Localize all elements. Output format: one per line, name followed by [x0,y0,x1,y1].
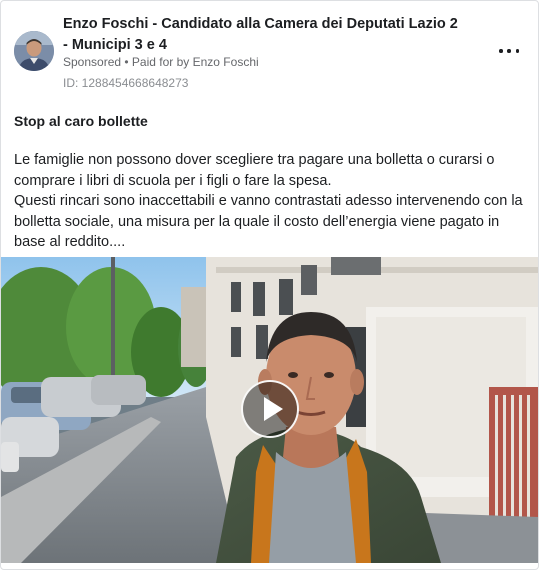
more-options-icon[interactable] [499,45,519,57]
avatar-image [14,31,54,71]
more-dot [507,49,511,53]
more-dot [515,49,519,53]
ad-header: Enzo Foschi - Candidato alla Camera dei … [1,1,538,101]
play-button[interactable] [241,380,299,438]
more-dot [499,49,503,53]
paid-for-by-label: • Paid for by [121,55,193,69]
ad-paragraph: Questi rincari sono inaccettabili e vann… [14,193,523,250]
sponsored-line: Sponsored • Paid for by Enzo Foschi [63,54,259,70]
advertiser-avatar[interactable] [14,31,54,71]
ad-id: ID: 1288454668648273 [63,76,189,90]
ad-card: Enzo Foschi - Candidato alla Camera dei … [0,0,539,570]
ad-paragraph: Le famiglie non possono dover scegliere … [14,152,495,189]
sponsored-label: Sponsored [63,55,122,69]
ad-body: Le famiglie non possono dover scegliere … [14,150,529,253]
advertiser-name[interactable]: Enzo Foschi - Candidato alla Camera dei … [63,14,463,56]
ad-title: Stop al caro bollette [14,113,148,129]
play-icon [264,397,283,421]
payer-name: Enzo Foschi [192,55,259,69]
